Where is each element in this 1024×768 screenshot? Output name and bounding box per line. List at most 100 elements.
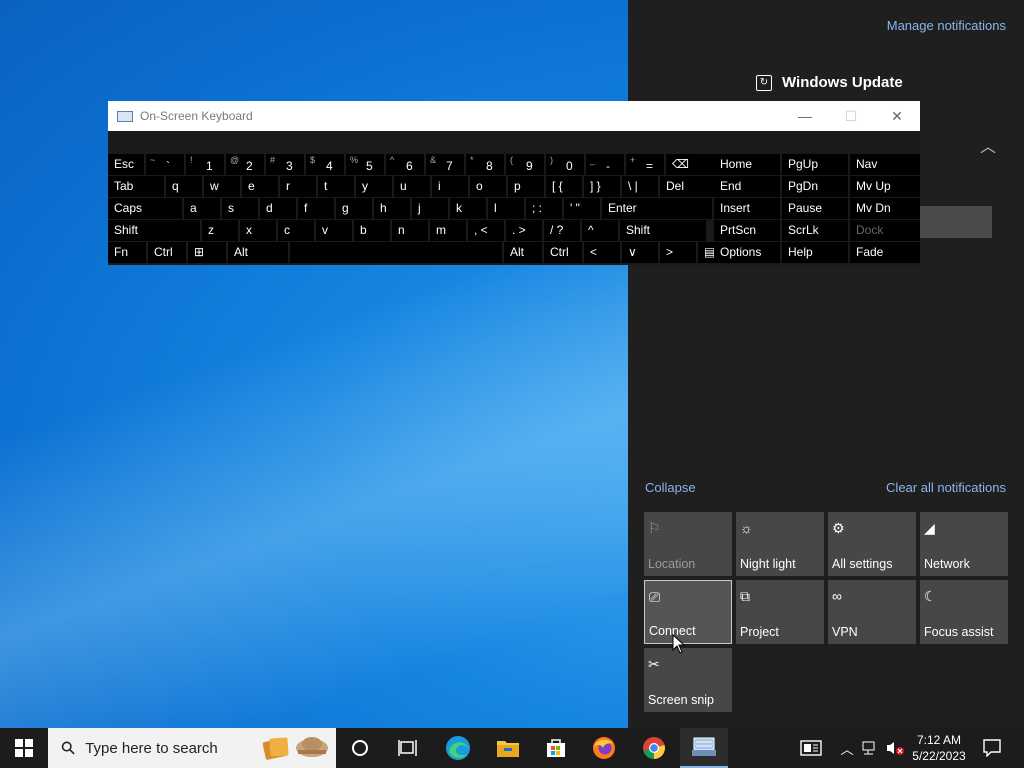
edge-browser-icon[interactable]: [434, 728, 482, 768]
keyboard-key[interactable]: ; :: [526, 198, 562, 219]
keyboard-key[interactable]: Ctrl: [544, 242, 582, 263]
taskbar-search-box[interactable]: ⚲ Type here to search: [48, 728, 336, 768]
keyboard-key[interactable]: ^ 6: [386, 154, 424, 175]
volume-muted-icon[interactable]: [884, 728, 906, 768]
clear-all-notifications-link[interactable]: Clear all notifications: [886, 480, 1006, 495]
manage-notifications-link[interactable]: Manage notifications: [887, 18, 1006, 33]
keyboard-key[interactable]: . >: [506, 220, 542, 241]
keyboard-key[interactable]: ] }: [584, 176, 620, 197]
keyboard-key[interactable]: r: [280, 176, 316, 197]
keyboard-key[interactable]: Tab: [108, 176, 164, 197]
keyboard-key[interactable]: e: [242, 176, 278, 197]
quick-action-project[interactable]: ⧉ Project: [736, 580, 824, 644]
keyboard-key[interactable]: w: [204, 176, 240, 197]
maximize-button[interactable]: ☐: [828, 101, 874, 131]
keyboard-key[interactable]: % 5: [346, 154, 384, 175]
quick-action-vpn[interactable]: ∞ VPN: [828, 580, 916, 644]
keyboard-key[interactable]: Options: [714, 242, 780, 263]
quick-action-focus-assist[interactable]: ☾ Focus assist: [920, 580, 1008, 644]
keyboard-key[interactable]: f: [298, 198, 334, 219]
keyboard-key[interactable]: #3: [266, 154, 304, 175]
start-button[interactable]: [0, 728, 48, 768]
keyboard-key[interactable]: t: [318, 176, 354, 197]
keyboard-key[interactable]: Ctrl: [148, 242, 186, 263]
collapse-link[interactable]: Collapse: [645, 480, 696, 495]
keyboard-key[interactable]: o: [470, 176, 506, 197]
keyboard-key[interactable]: i: [432, 176, 468, 197]
keyboard-key[interactable]: Pause: [782, 198, 848, 219]
osk-titlebar[interactable]: On-Screen Keyboard — ☐ ✕: [108, 101, 920, 131]
quick-action-screen-snip[interactable]: ✂ Screen snip: [644, 648, 732, 712]
esc-key[interactable]: Esc: [108, 154, 144, 175]
cortana-icon[interactable]: [336, 728, 384, 768]
keyboard-key[interactable]: <: [584, 242, 620, 263]
keyboard-key[interactable]: ~ `: [146, 154, 184, 175]
file-explorer-icon[interactable]: [484, 728, 532, 768]
keyboard-key[interactable]: s: [222, 198, 258, 219]
keyboard-key[interactable]: Caps: [108, 198, 182, 219]
keyboard-key[interactable]: ' ": [564, 198, 600, 219]
keyboard-key[interactable]: >: [660, 242, 696, 263]
keyboard-key[interactable]: ) 0: [546, 154, 584, 175]
keyboard-key[interactable]: d: [260, 198, 296, 219]
keyboard-key[interactable]: , <: [468, 220, 504, 241]
keyboard-key[interactable]: * 8: [466, 154, 504, 175]
keyboard-key[interactable]: Mv Dn: [850, 198, 920, 219]
keyboard-key[interactable]: c: [278, 220, 314, 241]
minimize-button[interactable]: —: [782, 101, 828, 131]
keyboard-key[interactable]: b: [354, 220, 390, 241]
keyboard-key[interactable]: / ?: [544, 220, 580, 241]
keyboard-key[interactable]: $4: [306, 154, 344, 175]
keyboard-key[interactable]: ⊞: [188, 242, 226, 263]
keyboard-key[interactable]: Shift: [620, 220, 706, 241]
firefox-icon[interactable]: [580, 728, 628, 768]
keyboard-key[interactable]: PrtScn: [714, 220, 780, 241]
keyboard-key[interactable]: @2: [226, 154, 264, 175]
keyboard-key[interactable]: Help: [782, 242, 848, 263]
keyboard-key[interactable]: k: [450, 198, 486, 219]
keyboard-key[interactable]: PgUp: [782, 154, 848, 175]
keyboard-key[interactable]: Del: [660, 176, 718, 197]
keyboard-key[interactable]: Insert: [714, 198, 780, 219]
close-button[interactable]: ✕: [874, 101, 920, 131]
quick-action-night-light[interactable]: ☼ Night light: [736, 512, 824, 576]
chrome-icon[interactable]: [630, 728, 678, 768]
network-tray-icon[interactable]: [860, 728, 882, 768]
keyboard-key[interactable]: & 7: [426, 154, 464, 175]
task-view-icon[interactable]: [384, 728, 432, 768]
keyboard-key[interactable]: ∨: [622, 242, 658, 263]
keyboard-key[interactable]: l: [488, 198, 524, 219]
show-hidden-icons-chevron-icon[interactable]: ︿: [838, 728, 856, 768]
keyboard-key[interactable]: Alt: [504, 242, 542, 263]
keyboard-key[interactable]: + =: [626, 154, 664, 175]
keyboard-key[interactable]: End: [714, 176, 780, 197]
keyboard-key[interactable]: ^: [582, 220, 618, 241]
keyboard-key[interactable]: a: [184, 198, 220, 219]
keyboard-key[interactable]: \ |: [622, 176, 658, 197]
keyboard-key[interactable]: [ {: [546, 176, 582, 197]
keyboard-key[interactable]: z: [202, 220, 238, 241]
tray-clock[interactable]: 7:12 AM 5/22/2023: [904, 732, 974, 764]
keyboard-key[interactable]: p: [508, 176, 544, 197]
chevron-up-icon[interactable]: ︿: [980, 133, 996, 157]
keyboard-key[interactable]: x: [240, 220, 276, 241]
keyboard-key[interactable]: j: [412, 198, 448, 219]
keyboard-key[interactable]: q: [166, 176, 202, 197]
keyboard-key[interactable]: h: [374, 198, 410, 219]
news-interests-icon[interactable]: [796, 728, 826, 768]
keyboard-key[interactable]: Enter: [602, 198, 712, 219]
quick-action-location[interactable]: ⚐ Location: [644, 512, 732, 576]
keyboard-key[interactable]: n: [392, 220, 428, 241]
keyboard-key[interactable]: PgDn: [782, 176, 848, 197]
keyboard-key[interactable]: v: [316, 220, 352, 241]
keyboard-key[interactable]: Fade: [850, 242, 920, 263]
keyboard-key[interactable]: Mv Up: [850, 176, 920, 197]
on-screen-keyboard-taskbar-icon[interactable]: [680, 728, 728, 768]
keyboard-key[interactable]: ! 1: [186, 154, 224, 175]
keyboard-key[interactable]: Fn: [108, 242, 146, 263]
keyboard-key[interactable]: g: [336, 198, 372, 219]
keyboard-key[interactable]: Alt: [228, 242, 288, 263]
quick-action-all-settings[interactable]: ⚙ All settings: [828, 512, 916, 576]
action-center-icon[interactable]: [976, 728, 1008, 768]
quick-action-connect[interactable]: ⎚ Connect: [644, 580, 732, 644]
